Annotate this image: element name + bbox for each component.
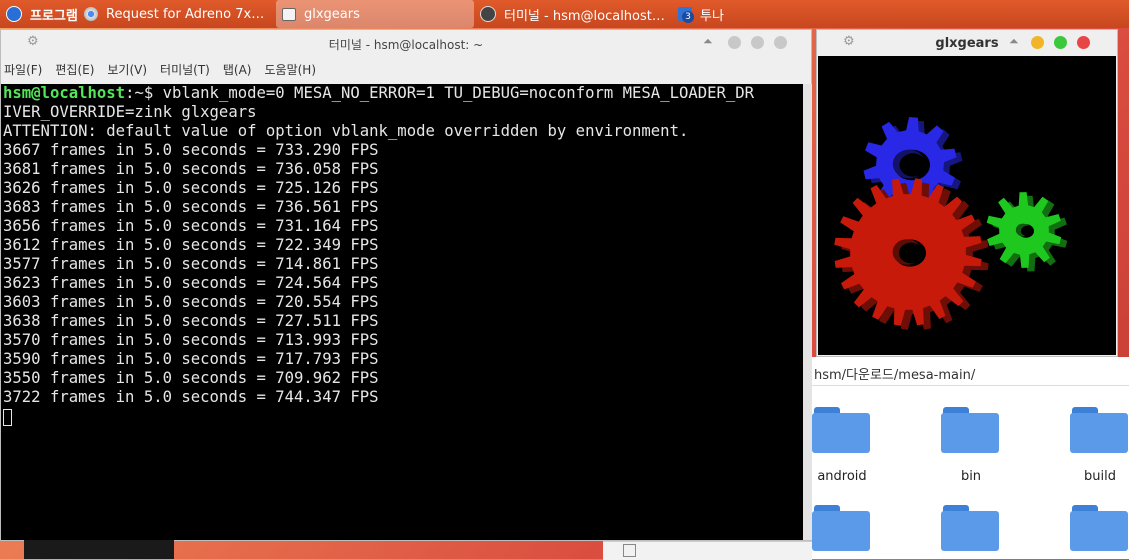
fps-line: 3722 frames in 5.0 seconds = 744.347 FPS xyxy=(3,388,379,406)
fps-line: 3683 frames in 5.0 seconds = 736.561 FPS xyxy=(3,198,379,216)
fps-line: 3550 frames in 5.0 seconds = 709.962 FPS xyxy=(3,369,379,387)
shade-icon[interactable]: ⏶ xyxy=(703,34,713,49)
terminal-icon xyxy=(480,6,496,22)
minimize-button[interactable] xyxy=(728,36,741,49)
file-manager-window: hsm/다운로드/mesa-main/ android bin build xyxy=(812,357,1129,559)
maximize-button[interactable] xyxy=(1054,36,1067,49)
folder-icon xyxy=(812,407,870,453)
menu-terminal[interactable]: 터미널(T) xyxy=(160,61,210,78)
fps-line: 3656 frames in 5.0 seconds = 731.164 FPS xyxy=(3,217,379,235)
terminal-cursor xyxy=(3,409,12,426)
minimize-button[interactable] xyxy=(1031,36,1044,49)
folder-icon xyxy=(1070,505,1128,551)
menu-edit[interactable]: 편집(E) xyxy=(55,61,94,78)
task-label: 투나 xyxy=(700,8,724,24)
folder-icon xyxy=(941,407,999,453)
start-icon xyxy=(6,6,22,22)
divider xyxy=(812,385,1129,386)
fps-line: 3626 frames in 5.0 seconds = 725.126 FPS xyxy=(3,179,379,197)
menubar: 파일(F) 편집(E) 보기(V) 터미널(T) 탭(A) 도움말(H) xyxy=(1,56,811,82)
task-chrome[interactable]: Request for Adreno 7xx se… xyxy=(78,0,276,28)
checkbox[interactable] xyxy=(623,544,636,557)
fps-line: 3681 frames in 5.0 seconds = 736.058 FPS xyxy=(3,160,379,178)
folder-item[interactable] xyxy=(1070,505,1129,551)
close-button[interactable] xyxy=(1077,36,1090,49)
folder-label: android xyxy=(817,469,867,484)
task-glxgears[interactable]: glxgears xyxy=(276,0,474,28)
task-terminal[interactable]: 터미널 - hsm@localhost: ~ xyxy=(474,0,672,28)
folder-label: bin xyxy=(960,469,982,484)
gears-canvas xyxy=(818,56,1116,355)
command-continuation: IVER_OVERRIDE=zink glxgears xyxy=(3,103,257,121)
folder-build[interactable]: build xyxy=(1070,407,1129,484)
fps-line: 3612 frames in 5.0 seconds = 722.349 FPS xyxy=(3,236,379,254)
terminal-titlebar[interactable]: ⚙ 터미널 - hsm@localhost: ~ ⏶ xyxy=(1,30,811,56)
glxgears-titlebar[interactable]: ⚙ glxgears ⏶ xyxy=(817,30,1117,56)
shade-icon[interactable]: ⏶ xyxy=(1009,34,1019,49)
start-label: 프로그램 xyxy=(30,8,78,24)
terminal-scrollbar[interactable] xyxy=(803,84,812,540)
prompt-user: hsm@localhost xyxy=(3,84,126,102)
taskbar: 프로그램 Request for Adreno 7xx se… glxgears… xyxy=(0,0,1129,28)
folder-icon xyxy=(812,505,870,551)
terminal-output[interactable]: hsm@localhost:~$ vblank_mode=0 MESA_NO_E… xyxy=(1,84,803,540)
fps-line: 3590 frames in 5.0 seconds = 717.793 FPS xyxy=(3,350,379,368)
fps-line: 3577 frames in 5.0 seconds = 714.861 FPS xyxy=(3,255,379,273)
fps-line: 3638 frames in 5.0 seconds = 727.511 FPS xyxy=(3,312,379,330)
location-path[interactable]: hsm/다운로드/mesa-main/ xyxy=(814,364,975,383)
window-title: 터미널 - hsm@localhost: ~ xyxy=(328,38,484,52)
task-label: Request for Adreno 7xx se… xyxy=(106,6,270,22)
glxgears-icon xyxy=(282,7,296,21)
background-window xyxy=(603,541,812,560)
menu-tabs[interactable]: 탭(A) xyxy=(223,61,252,78)
fps-line: 3623 frames in 5.0 seconds = 724.564 FPS xyxy=(3,274,379,292)
task-label: 터미널 - hsm@localhost: ~ xyxy=(504,8,666,24)
folder-icon xyxy=(1070,407,1128,453)
terminal-window: ⚙ 터미널 - hsm@localhost: ~ ⏶ 파일(F) 편집(E) 보… xyxy=(0,29,812,541)
maximize-button[interactable] xyxy=(751,36,764,49)
fps-line: 3603 frames in 5.0 seconds = 720.554 FPS xyxy=(3,293,379,311)
menu-file[interactable]: 파일(F) xyxy=(4,61,42,78)
folder-item[interactable] xyxy=(812,505,872,551)
fps-line: 3667 frames in 5.0 seconds = 733.290 FPS xyxy=(3,141,379,159)
folder-android[interactable]: android xyxy=(812,407,872,484)
green-gear xyxy=(986,192,1068,272)
chrome-icon xyxy=(84,7,98,21)
attention-line: ATTENTION: default value of option vblan… xyxy=(3,122,689,140)
task-label: glxgears xyxy=(304,6,360,22)
menu-view[interactable]: 보기(V) xyxy=(107,61,147,78)
folder-icon xyxy=(941,505,999,551)
command-text: :~$ vblank_mode=0 MESA_NO_ERROR=1 TU_DEB… xyxy=(125,84,755,102)
folder-bin[interactable]: bin xyxy=(941,407,1001,484)
start-menu-button[interactable]: 프로그램 xyxy=(0,0,78,28)
command-line: hsm@localhost:~$ vblank_mode=0 MESA_NO_E… xyxy=(3,84,803,103)
tuna-badge: 3 xyxy=(682,11,694,23)
glxgears-window: ⚙ glxgears ⏶ xyxy=(816,29,1118,357)
window-title: glxgears xyxy=(935,36,999,51)
menu-help[interactable]: 도움말(H) xyxy=(265,61,317,78)
dock-panel xyxy=(24,540,174,559)
folder-label: build xyxy=(1084,469,1116,484)
red-gear xyxy=(834,178,989,330)
close-button[interactable] xyxy=(774,36,787,49)
fps-line: 3570 frames in 5.0 seconds = 713.993 FPS xyxy=(3,331,379,349)
folder-item[interactable] xyxy=(941,505,1001,551)
